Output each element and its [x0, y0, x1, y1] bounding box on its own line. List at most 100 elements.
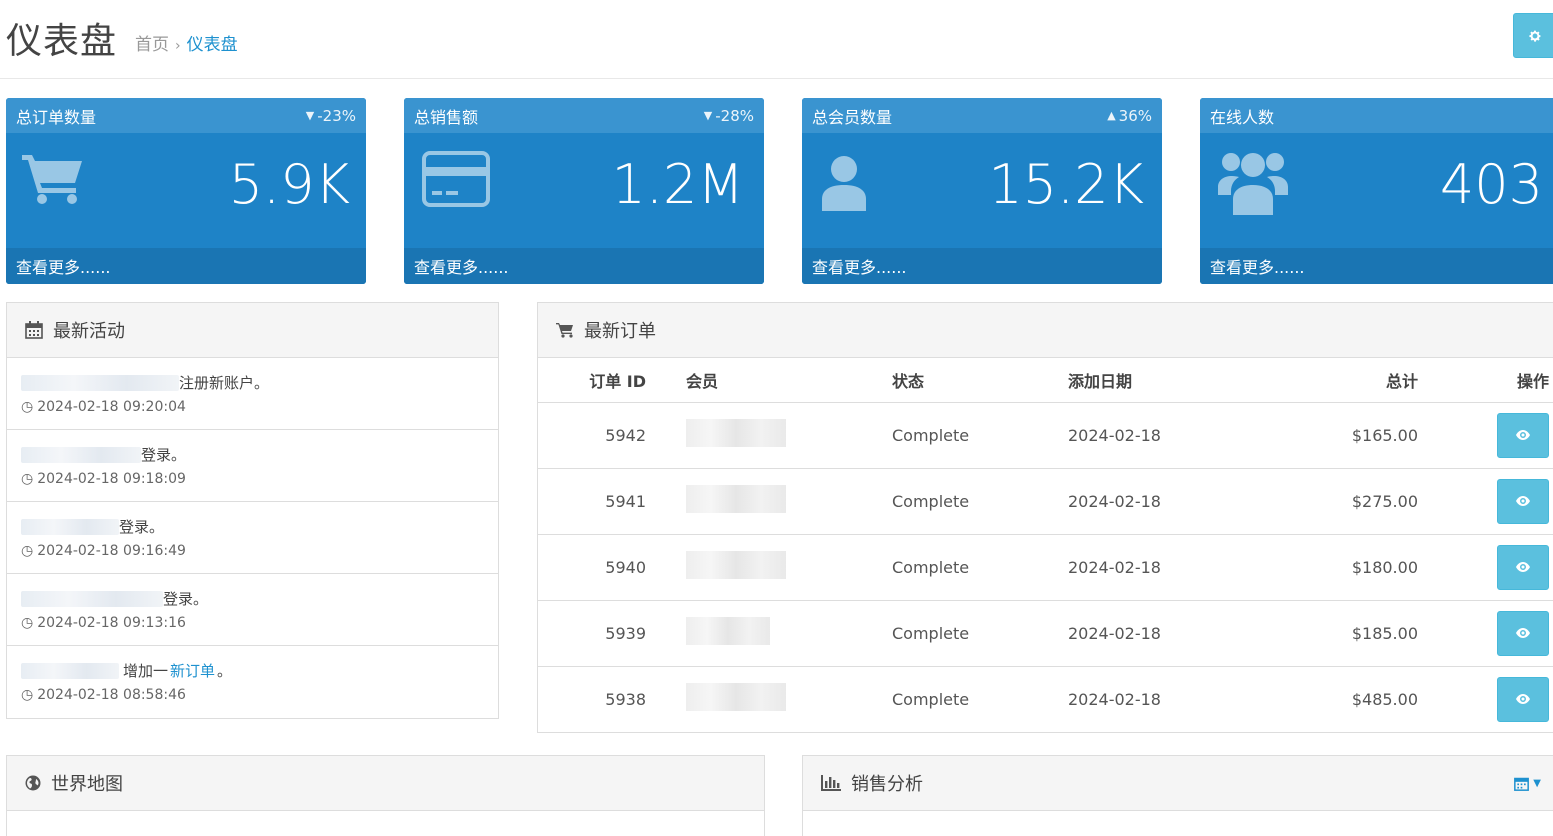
tile-trend-value: 36% [1118, 106, 1152, 125]
gear-icon [1529, 30, 1541, 42]
order-total: $180.00 [1268, 534, 1418, 601]
clock-icon: ◷ [21, 399, 34, 415]
activity-item: 注册新账户。 ◷ 2024-02-18 09:20:04 [7, 358, 498, 430]
tile-title: 总会员数量 [812, 107, 893, 127]
tile-more-link[interactable]: 查看更多...... [6, 248, 366, 284]
caret-up-icon: ▲ [1107, 109, 1116, 122]
shopping-cart-icon [22, 155, 82, 204]
redacted-user [21, 590, 163, 607]
eye-icon [1516, 694, 1530, 705]
activity-panel-header: 最新活动 [7, 303, 498, 358]
orders-panel: 最新订单 订单 ID 会员 状态 添加日期 总计 操作 5942 Complet… [537, 302, 1553, 733]
breadcrumb-dashboard[interactable]: 仪表盘 [187, 35, 238, 55]
tile-more-link[interactable]: 查看更多...... [1200, 248, 1553, 284]
sales-analysis-panel: 销售分析 ▼ [802, 755, 1553, 836]
order-date: 2024-02-18 [1068, 534, 1268, 601]
new-order-link[interactable]: 新订单 [170, 660, 215, 681]
activity-time: 2024-02-18 09:16:49 [37, 543, 186, 559]
order-id: 5938 [605, 689, 646, 709]
col-member[interactable]: 会员 [666, 358, 892, 403]
world-map-panel-header: 世界地图 [7, 756, 764, 811]
tile-total-members: 总会员数量 ▲ 36% 15.2K 查看更多...... [802, 98, 1162, 284]
redacted-member [686, 551, 786, 579]
breadcrumb-separator: › [175, 38, 181, 54]
tile-online-users: 在线人数 403 查看更多...... [1200, 98, 1553, 284]
activity-text: 增加一 [123, 662, 169, 680]
date-range-dropdown[interactable]: ▼ [1514, 776, 1541, 791]
order-total: $165.00 [1268, 402, 1418, 469]
activity-item: 登录。 ◷ 2024-02-18 09:16:49 [7, 502, 498, 574]
col-order-id[interactable]: 订单 ID [538, 358, 666, 403]
user-icon [822, 156, 866, 211]
tile-more-link[interactable]: 查看更多...... [404, 248, 764, 284]
col-date-added[interactable]: 添加日期 [1068, 358, 1268, 403]
redacted-user [21, 662, 119, 679]
order-id: 5939 [538, 600, 666, 667]
table-row: 5939 Complete 2024-02-18 $185.00 [538, 600, 1553, 667]
order-id: 5942 [538, 402, 666, 469]
activity-text: 登录。 [119, 518, 165, 536]
order-id: 5941 [538, 468, 666, 535]
view-order-button[interactable] [1497, 544, 1549, 590]
tile-title: 总订单数量 [16, 107, 97, 127]
tile-title: 总销售额 [414, 107, 479, 127]
tile-trend: ▼ -23% [306, 107, 356, 125]
activity-item: 登录。 ◷ 2024-02-18 09:18:09 [7, 430, 498, 502]
eye-icon [1516, 562, 1530, 572]
table-header-row: 订单 ID 会员 状态 添加日期 总计 操作 [538, 358, 1553, 403]
breadcrumb: 首页 › 仪表盘 [135, 30, 238, 55]
activity-panel: 最新活动 注册新账户。 ◷ 2024-02-18 09:20:04 登录。 ◷ 20… [6, 302, 499, 719]
clock-icon: ◷ [21, 543, 34, 559]
caret-down-icon: ▼ [1533, 777, 1541, 789]
view-order-button[interactable] [1497, 676, 1549, 722]
col-action: 操作 [1418, 358, 1553, 403]
tile-more-link[interactable]: 查看更多...... [802, 248, 1162, 284]
order-date: 2024-02-18 [1068, 468, 1268, 535]
eye-icon [1516, 496, 1530, 506]
redacted-user [21, 446, 141, 463]
world-map-panel: 世界地图 [6, 755, 765, 836]
tile-trend-value: -28% [715, 106, 754, 125]
redacted-user [21, 518, 119, 535]
orders-table: 订单 ID 会员 状态 添加日期 总计 操作 5942 Complete 202… [538, 358, 1553, 732]
calendar-icon [25, 321, 43, 339]
order-date: 2024-02-18 [1068, 689, 1161, 709]
col-total[interactable]: 总计 [1268, 358, 1418, 403]
view-order-button[interactable] [1497, 412, 1549, 458]
view-order-button[interactable] [1497, 478, 1549, 524]
order-total: $185.00 [1268, 600, 1418, 667]
world-map-panel-title: 世界地图 [51, 774, 123, 795]
bar-chart-icon [821, 775, 841, 791]
order-status: Complete [892, 402, 1068, 469]
activity-time: 2024-02-18 09:13:16 [37, 615, 186, 631]
clock-icon: ◷ [21, 687, 34, 703]
tile-value: 1.2M [611, 153, 744, 216]
tile-value: 403 [1439, 153, 1543, 216]
table-row: 5938 Complete 2024-02-18 $485.00 [538, 666, 1553, 732]
breadcrumb-home[interactable]: 首页 [135, 35, 169, 55]
order-status: Complete [892, 689, 970, 709]
activity-text: 注册新账户。 [179, 374, 270, 392]
credit-card-icon [422, 151, 490, 207]
redacted-member [686, 419, 786, 447]
orders-panel-header: 最新订单 [538, 303, 1553, 358]
order-id: 5940 [538, 534, 666, 601]
eye-icon [1516, 628, 1530, 638]
settings-button[interactable] [1513, 13, 1553, 58]
activity-item: 登录。 ◷ 2024-02-18 09:13:16 [7, 574, 498, 646]
redacted-member [686, 617, 770, 645]
activity-time: 2024-02-18 09:20:04 [37, 399, 186, 415]
order-total: $275.00 [1268, 468, 1418, 535]
activity-suffix: 。 [217, 662, 233, 680]
tile-value: 15.2K [988, 153, 1144, 216]
view-order-button[interactable] [1497, 610, 1549, 656]
redacted-user [21, 374, 179, 391]
table-row: 5940 Complete 2024-02-18 $180.00 [538, 534, 1553, 601]
order-status: Complete [892, 534, 1068, 601]
activity-panel-title: 最新活动 [53, 321, 125, 342]
activity-item: 增加一 新订单。 ◷ 2024-02-18 08:58:46 [7, 646, 498, 718]
order-status: Complete [892, 468, 1068, 535]
col-status[interactable]: 状态 [892, 358, 1068, 403]
sales-analysis-panel-title: 销售分析 [851, 774, 923, 795]
activity-time: 2024-02-18 08:58:46 [37, 687, 186, 703]
